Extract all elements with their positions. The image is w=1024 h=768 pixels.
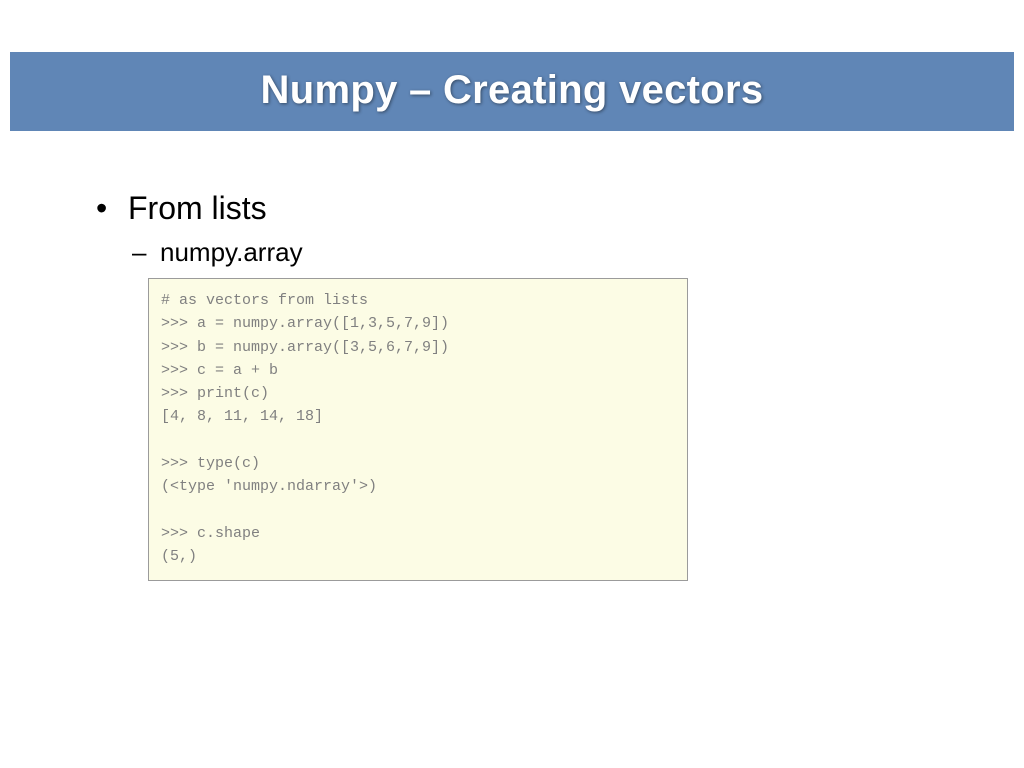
bullet-from-lists: From lists numpy.array # as vectors from…	[90, 190, 964, 581]
slide-title: Numpy – Creating vectors	[10, 68, 1014, 113]
slide-content: From lists numpy.array # as vectors from…	[90, 190, 964, 593]
bullet-numpy-array: numpy.array	[128, 237, 964, 268]
slide-title-bar: Numpy – Creating vectors	[10, 52, 1014, 131]
bullet-from-lists-text: From lists	[128, 190, 267, 226]
code-block: # as vectors from lists >>> a = numpy.ar…	[148, 278, 688, 581]
bullet-numpy-array-text: numpy.array	[160, 237, 303, 267]
